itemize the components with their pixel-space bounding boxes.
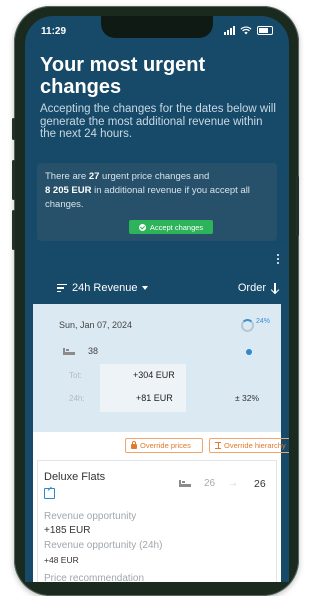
volume-up-button xyxy=(12,160,15,200)
progress-ring-icon xyxy=(241,319,254,332)
lock-icon xyxy=(131,441,137,449)
bed-icon xyxy=(179,480,191,487)
bed-icon xyxy=(63,348,75,355)
order-label: Order xyxy=(237,282,266,294)
status-bar: 11:29 xyxy=(25,16,289,46)
page-title: Your most urgent changes xyxy=(40,54,206,98)
volume-down-button xyxy=(12,210,15,250)
units-from: 26 xyxy=(204,478,216,489)
pct-change: ± 32% xyxy=(235,393,260,403)
override-hierarchy-label: Override hierarchy xyxy=(224,441,286,450)
results-panel: Sun, Jan 07, 2024 24% 38 Tot: +304 EUR 2… xyxy=(33,304,289,582)
battery-icon xyxy=(257,26,273,35)
tot-value: +304 EUR xyxy=(133,370,175,380)
override-prices-button[interactable]: Override prices xyxy=(125,438,203,453)
order-button[interactable]: Order xyxy=(238,282,279,294)
status-dot xyxy=(246,349,252,355)
urgent-count: 27 xyxy=(88,171,100,182)
sort-toolbar: 24h Revenue Order xyxy=(25,278,289,300)
date-card[interactable]: Sun, Jan 07, 2024 24% 38 Tot: +304 EUR 2… xyxy=(33,304,281,432)
revenue-label: Revenue opportunity xyxy=(44,511,137,522)
room-name: Deluxe Flats xyxy=(44,471,106,483)
card-date: Sun, Jan 07, 2024 xyxy=(59,320,133,330)
summary-text: There are 27 urgent price changes and 8 … xyxy=(45,171,250,210)
room-card[interactable]: Deluxe Flats 26 → 26 Revenue opportunity… xyxy=(37,460,277,582)
caret-down-icon xyxy=(142,286,149,290)
rooms-count: 38 xyxy=(88,346,99,356)
power-button xyxy=(296,176,299,236)
price-recommendation-label: Price recommendation xyxy=(44,573,145,582)
accept-changes-button[interactable]: Accept changes xyxy=(129,220,213,234)
app-screen: 11:29 Your most urgent changes Accepting… xyxy=(25,16,289,582)
h24-value: +81 EUR xyxy=(136,393,173,403)
occupancy-percent: 24% xyxy=(256,318,271,325)
check-icon xyxy=(138,223,146,231)
more-options-icon[interactable] xyxy=(277,254,280,264)
arrow-down-icon xyxy=(271,282,279,294)
accept-changes-label: Accept changes xyxy=(149,222,204,232)
override-hierarchy-button[interactable]: Override hierarchy xyxy=(209,438,289,453)
signal-icon xyxy=(224,26,235,35)
status-icons xyxy=(224,26,273,35)
h24-label: 24h: xyxy=(69,394,85,403)
intro-text: Accepting the changes for the dates belo… xyxy=(40,103,276,140)
camera-notch xyxy=(101,16,213,38)
side-button xyxy=(12,118,15,140)
sort-label: 24h Revenue xyxy=(72,282,138,294)
hierarchy-icon xyxy=(215,442,221,449)
units-to: 26 xyxy=(254,478,266,490)
total-amount: 8 205 EUR xyxy=(45,185,92,196)
revenue-24h-label: Revenue opportunity (24h) xyxy=(44,540,163,551)
sort-dropdown[interactable]: 24h Revenue xyxy=(57,282,149,294)
revenue-24h-value: +48 EUR xyxy=(44,555,79,565)
status-time: 11:29 xyxy=(41,26,67,37)
wifi-icon xyxy=(240,26,252,35)
revenue-value: +185 EUR xyxy=(44,525,91,536)
override-prices-label: Override prices xyxy=(140,441,191,450)
tot-label: Tot: xyxy=(69,371,82,380)
external-link-icon[interactable] xyxy=(44,488,55,499)
summary-box: There are 27 urgent price changes and 8 … xyxy=(37,163,277,241)
arrow-right-icon: → xyxy=(228,478,238,489)
sort-icon xyxy=(57,284,67,292)
